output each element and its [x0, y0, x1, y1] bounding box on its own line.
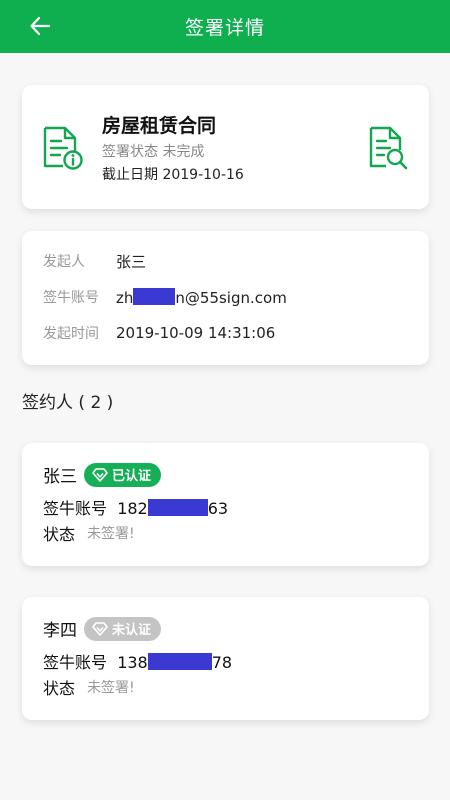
- verification-badge: 已认证: [84, 462, 162, 487]
- signing-status: 签署状态 未完成: [102, 144, 205, 160]
- account-value: zh n@55sign.com: [116, 287, 287, 307]
- diamond-icon: [92, 467, 108, 482]
- signer-card[interactable]: 张三 已认证 签牛账号 182 63 状态 未签署!: [22, 443, 429, 566]
- initiator-row: 发起人 张三: [43, 251, 146, 271]
- account-label: 签牛账号: [43, 290, 99, 306]
- redaction-mask: [147, 653, 212, 670]
- initiator-account-row: 签牛账号 zh n@55sign.com: [43, 287, 287, 307]
- signer-name: 李四: [43, 621, 77, 641]
- signer-state: 状态 未签署!: [43, 525, 135, 544]
- initiator-label: 发起人: [43, 254, 85, 270]
- document-title: 房屋租赁合同: [102, 115, 217, 137]
- back-arrow-icon: [30, 16, 51, 36]
- top-app-bar: 签署详情: [0, 0, 450, 53]
- verification-badge: 未认证: [84, 616, 162, 641]
- signer-name: 张三: [43, 467, 77, 487]
- deadline-date: 截止日期 2019-10-16: [102, 167, 244, 183]
- signer-account: 签牛账号 182 63: [43, 499, 229, 518]
- document-info-icon: [43, 126, 83, 170]
- back-button[interactable]: [26, 12, 54, 40]
- redaction-mask: [147, 499, 208, 516]
- signers-section-title: 签约人 ( 2 ): [22, 393, 114, 413]
- signer-card[interactable]: 李四 未认证 签牛账号 138 78 状态 未签署!: [22, 597, 429, 720]
- signer-state: 状态 未签署!: [43, 679, 135, 698]
- page-title: 签署详情: [184, 17, 265, 39]
- diamond-icon: [92, 621, 108, 636]
- initiator-value: 张三: [116, 252, 147, 271]
- initiated-time-row: 发起时间 2019-10-09 14:31:06: [43, 323, 275, 343]
- redaction-mask: [133, 287, 176, 305]
- document-search-icon[interactable]: [368, 126, 410, 170]
- time-label: 发起时间: [43, 326, 99, 342]
- time-value: 2019-10-09 14:31:06: [116, 324, 276, 342]
- signer-account: 签牛账号 138 78: [43, 653, 233, 672]
- document-card: 房屋租赁合同 签署状态 未完成 截止日期 2019-10-16: [22, 85, 429, 209]
